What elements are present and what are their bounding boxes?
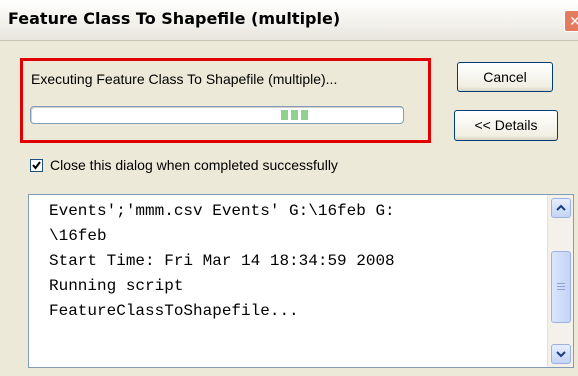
log-lines: Events';'mmm.csv Events' G:\16feb G: \16… <box>49 199 395 324</box>
log-line: \16feb <box>49 227 107 245</box>
title-bar: Feature Class To Shapefile (multiple) ✕ <box>0 0 578 41</box>
scroll-thumb[interactable] <box>551 251 571 323</box>
close-icon[interactable]: ✕ <box>564 10 578 32</box>
window-title: Feature Class To Shapefile (multiple) <box>8 9 341 28</box>
log-output[interactable]: Events';'mmm.csv Events' G:\16feb G: \16… <box>28 194 574 368</box>
log-line: Running script <box>49 277 184 295</box>
grip-line <box>557 283 565 284</box>
progress-bar <box>30 106 404 124</box>
log-line: Start Time: Fri Mar 14 18:34:59 2008 <box>49 252 395 270</box>
close-when-done-checkbox[interactable] <box>30 159 43 172</box>
chevron-down-icon <box>556 351 566 358</box>
log-scrollbar[interactable] <box>547 195 573 367</box>
close-when-done-label: Close this dialog when completed success… <box>50 157 338 173</box>
progress-status-text: Executing Feature Class To Shapefile (mu… <box>31 71 338 87</box>
grip-line <box>557 289 565 290</box>
grip-line <box>557 286 565 287</box>
chevron-up-icon <box>556 204 566 211</box>
checkmark-icon <box>32 161 41 170</box>
progress-indicator <box>281 110 311 120</box>
scroll-up-button[interactable] <box>551 198 571 218</box>
log-line: FeatureClassToShapefile... <box>49 302 299 320</box>
scroll-down-button[interactable] <box>551 344 571 364</box>
details-toggle-button[interactable]: << Details <box>454 110 558 141</box>
cancel-button[interactable]: Cancel <box>457 62 553 92</box>
log-line: Events';'mmm.csv Events' G:\16feb G: <box>49 202 395 220</box>
